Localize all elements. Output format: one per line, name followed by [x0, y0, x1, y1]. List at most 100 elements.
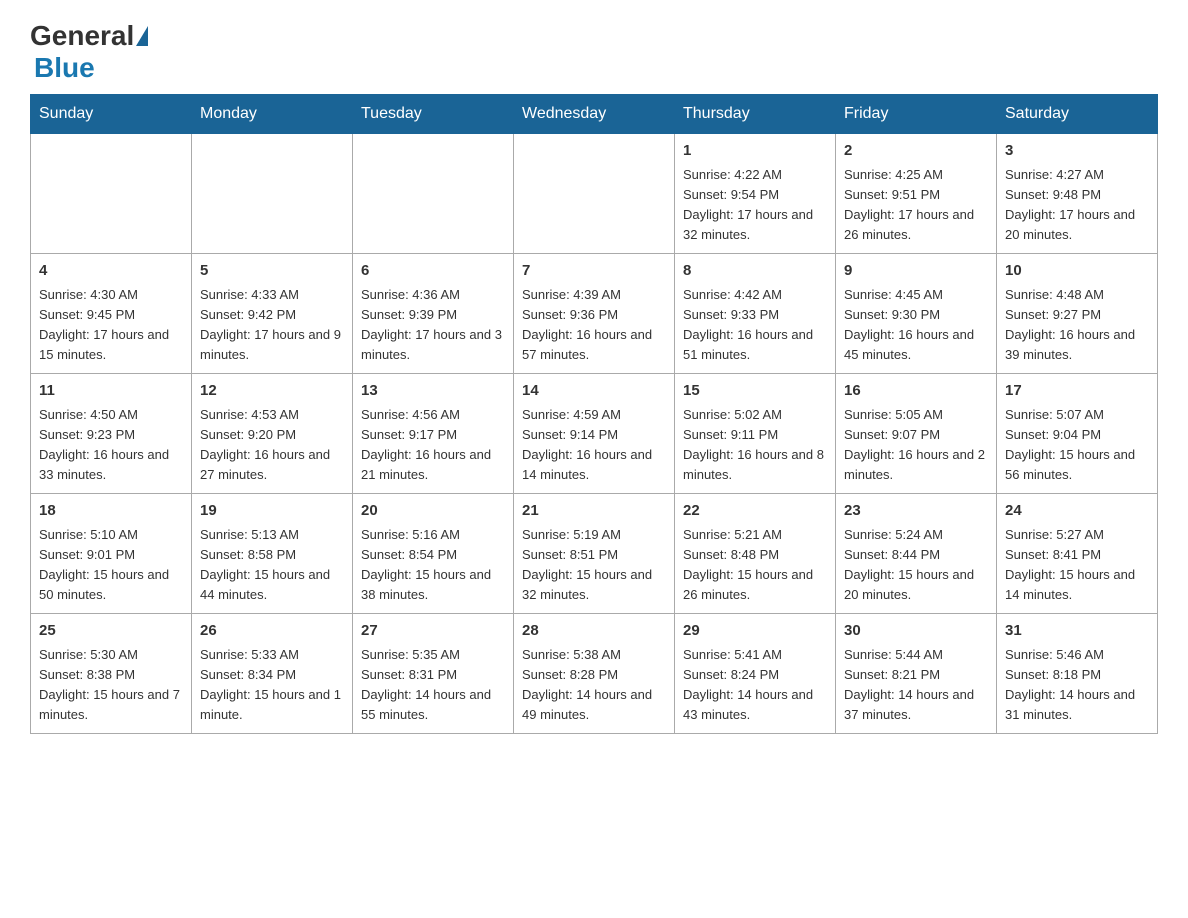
logo-area: General Blue	[30, 20, 150, 84]
day-of-week-header: Tuesday	[353, 95, 514, 134]
day-info: Sunrise: 5:27 AM Sunset: 8:41 PM Dayligh…	[1005, 525, 1149, 606]
calendar-cell: 5Sunrise: 4:33 AM Sunset: 9:42 PM Daylig…	[192, 254, 353, 374]
calendar-cell: 11Sunrise: 4:50 AM Sunset: 9:23 PM Dayli…	[31, 374, 192, 494]
calendar-cell: 14Sunrise: 4:59 AM Sunset: 9:14 PM Dayli…	[514, 374, 675, 494]
day-number: 13	[361, 380, 505, 403]
day-info: Sunrise: 5:02 AM Sunset: 9:11 PM Dayligh…	[683, 405, 827, 486]
day-info: Sunrise: 4:30 AM Sunset: 9:45 PM Dayligh…	[39, 285, 183, 366]
day-info: Sunrise: 4:39 AM Sunset: 9:36 PM Dayligh…	[522, 285, 666, 366]
calendar-cell: 28Sunrise: 5:38 AM Sunset: 8:28 PM Dayli…	[514, 614, 675, 734]
day-number: 11	[39, 380, 183, 403]
day-info: Sunrise: 4:50 AM Sunset: 9:23 PM Dayligh…	[39, 405, 183, 486]
calendar-cell: 16Sunrise: 5:05 AM Sunset: 9:07 PM Dayli…	[836, 374, 997, 494]
day-info: Sunrise: 5:07 AM Sunset: 9:04 PM Dayligh…	[1005, 405, 1149, 486]
calendar-cell: 22Sunrise: 5:21 AM Sunset: 8:48 PM Dayli…	[675, 494, 836, 614]
calendar-cell: 31Sunrise: 5:46 AM Sunset: 8:18 PM Dayli…	[997, 614, 1158, 734]
day-number: 29	[683, 620, 827, 643]
day-info: Sunrise: 4:27 AM Sunset: 9:48 PM Dayligh…	[1005, 165, 1149, 246]
calendar-cell: 24Sunrise: 5:27 AM Sunset: 8:41 PM Dayli…	[997, 494, 1158, 614]
day-info: Sunrise: 4:59 AM Sunset: 9:14 PM Dayligh…	[522, 405, 666, 486]
calendar-table: SundayMondayTuesdayWednesdayThursdayFrid…	[30, 94, 1158, 734]
day-info: Sunrise: 5:05 AM Sunset: 9:07 PM Dayligh…	[844, 405, 988, 486]
day-number: 5	[200, 260, 344, 283]
calendar-cell: 27Sunrise: 5:35 AM Sunset: 8:31 PM Dayli…	[353, 614, 514, 734]
calendar-cell: 25Sunrise: 5:30 AM Sunset: 8:38 PM Dayli…	[31, 614, 192, 734]
day-info: Sunrise: 4:45 AM Sunset: 9:30 PM Dayligh…	[844, 285, 988, 366]
day-number: 17	[1005, 380, 1149, 403]
day-number: 6	[361, 260, 505, 283]
calendar-cell: 12Sunrise: 4:53 AM Sunset: 9:20 PM Dayli…	[192, 374, 353, 494]
calendar-cell: 23Sunrise: 5:24 AM Sunset: 8:44 PM Dayli…	[836, 494, 997, 614]
calendar-cell: 19Sunrise: 5:13 AM Sunset: 8:58 PM Dayli…	[192, 494, 353, 614]
calendar-cell: 26Sunrise: 5:33 AM Sunset: 8:34 PM Dayli…	[192, 614, 353, 734]
calendar-cell: 8Sunrise: 4:42 AM Sunset: 9:33 PM Daylig…	[675, 254, 836, 374]
calendar-cell: 3Sunrise: 4:27 AM Sunset: 9:48 PM Daylig…	[997, 134, 1158, 254]
logo-blue-text: Blue	[34, 52, 95, 83]
day-info: Sunrise: 5:33 AM Sunset: 8:34 PM Dayligh…	[200, 645, 344, 726]
calendar-week-row: 25Sunrise: 5:30 AM Sunset: 8:38 PM Dayli…	[31, 614, 1158, 734]
calendar-week-row: 1Sunrise: 4:22 AM Sunset: 9:54 PM Daylig…	[31, 134, 1158, 254]
calendar-cell: 4Sunrise: 4:30 AM Sunset: 9:45 PM Daylig…	[31, 254, 192, 374]
day-number: 24	[1005, 500, 1149, 523]
calendar-cell: 13Sunrise: 4:56 AM Sunset: 9:17 PM Dayli…	[353, 374, 514, 494]
calendar-header-row: SundayMondayTuesdayWednesdayThursdayFrid…	[31, 95, 1158, 134]
day-info: Sunrise: 5:13 AM Sunset: 8:58 PM Dayligh…	[200, 525, 344, 606]
day-number: 31	[1005, 620, 1149, 643]
day-number: 4	[39, 260, 183, 283]
page-header: General Blue	[30, 20, 1158, 84]
day-number: 22	[683, 500, 827, 523]
day-info: Sunrise: 5:24 AM Sunset: 8:44 PM Dayligh…	[844, 525, 988, 606]
calendar-cell: 1Sunrise: 4:22 AM Sunset: 9:54 PM Daylig…	[675, 134, 836, 254]
day-of-week-header: Saturday	[997, 95, 1158, 134]
calendar-cell: 17Sunrise: 5:07 AM Sunset: 9:04 PM Dayli…	[997, 374, 1158, 494]
day-number: 8	[683, 260, 827, 283]
day-info: Sunrise: 5:41 AM Sunset: 8:24 PM Dayligh…	[683, 645, 827, 726]
day-number: 12	[200, 380, 344, 403]
day-number: 7	[522, 260, 666, 283]
day-info: Sunrise: 5:30 AM Sunset: 8:38 PM Dayligh…	[39, 645, 183, 726]
calendar-week-row: 18Sunrise: 5:10 AM Sunset: 9:01 PM Dayli…	[31, 494, 1158, 614]
day-number: 27	[361, 620, 505, 643]
day-of-week-header: Monday	[192, 95, 353, 134]
day-info: Sunrise: 4:33 AM Sunset: 9:42 PM Dayligh…	[200, 285, 344, 366]
day-info: Sunrise: 5:19 AM Sunset: 8:51 PM Dayligh…	[522, 525, 666, 606]
calendar-cell	[31, 134, 192, 254]
calendar-cell	[514, 134, 675, 254]
day-info: Sunrise: 4:25 AM Sunset: 9:51 PM Dayligh…	[844, 165, 988, 246]
logo: General	[30, 20, 150, 52]
day-number: 15	[683, 380, 827, 403]
calendar-cell	[353, 134, 514, 254]
day-info: Sunrise: 5:35 AM Sunset: 8:31 PM Dayligh…	[361, 645, 505, 726]
day-number: 19	[200, 500, 344, 523]
day-number: 20	[361, 500, 505, 523]
day-info: Sunrise: 5:46 AM Sunset: 8:18 PM Dayligh…	[1005, 645, 1149, 726]
calendar-cell: 10Sunrise: 4:48 AM Sunset: 9:27 PM Dayli…	[997, 254, 1158, 374]
day-number: 16	[844, 380, 988, 403]
day-number: 2	[844, 140, 988, 163]
day-number: 9	[844, 260, 988, 283]
day-info: Sunrise: 4:22 AM Sunset: 9:54 PM Dayligh…	[683, 165, 827, 246]
day-info: Sunrise: 5:21 AM Sunset: 8:48 PM Dayligh…	[683, 525, 827, 606]
day-number: 28	[522, 620, 666, 643]
day-number: 26	[200, 620, 344, 643]
day-number: 3	[1005, 140, 1149, 163]
day-info: Sunrise: 4:56 AM Sunset: 9:17 PM Dayligh…	[361, 405, 505, 486]
day-of-week-header: Thursday	[675, 95, 836, 134]
day-info: Sunrise: 4:48 AM Sunset: 9:27 PM Dayligh…	[1005, 285, 1149, 366]
calendar-week-row: 4Sunrise: 4:30 AM Sunset: 9:45 PM Daylig…	[31, 254, 1158, 374]
day-of-week-header: Wednesday	[514, 95, 675, 134]
day-info: Sunrise: 4:36 AM Sunset: 9:39 PM Dayligh…	[361, 285, 505, 366]
day-number: 1	[683, 140, 827, 163]
calendar-week-row: 11Sunrise: 4:50 AM Sunset: 9:23 PM Dayli…	[31, 374, 1158, 494]
calendar-cell: 29Sunrise: 5:41 AM Sunset: 8:24 PM Dayli…	[675, 614, 836, 734]
logo-general-text: General	[30, 20, 134, 52]
day-info: Sunrise: 4:42 AM Sunset: 9:33 PM Dayligh…	[683, 285, 827, 366]
calendar-cell: 21Sunrise: 5:19 AM Sunset: 8:51 PM Dayli…	[514, 494, 675, 614]
logo-triangle-icon	[136, 26, 148, 46]
day-of-week-header: Friday	[836, 95, 997, 134]
calendar-cell: 6Sunrise: 4:36 AM Sunset: 9:39 PM Daylig…	[353, 254, 514, 374]
day-number: 23	[844, 500, 988, 523]
day-info: Sunrise: 5:44 AM Sunset: 8:21 PM Dayligh…	[844, 645, 988, 726]
calendar-cell: 2Sunrise: 4:25 AM Sunset: 9:51 PM Daylig…	[836, 134, 997, 254]
day-number: 30	[844, 620, 988, 643]
